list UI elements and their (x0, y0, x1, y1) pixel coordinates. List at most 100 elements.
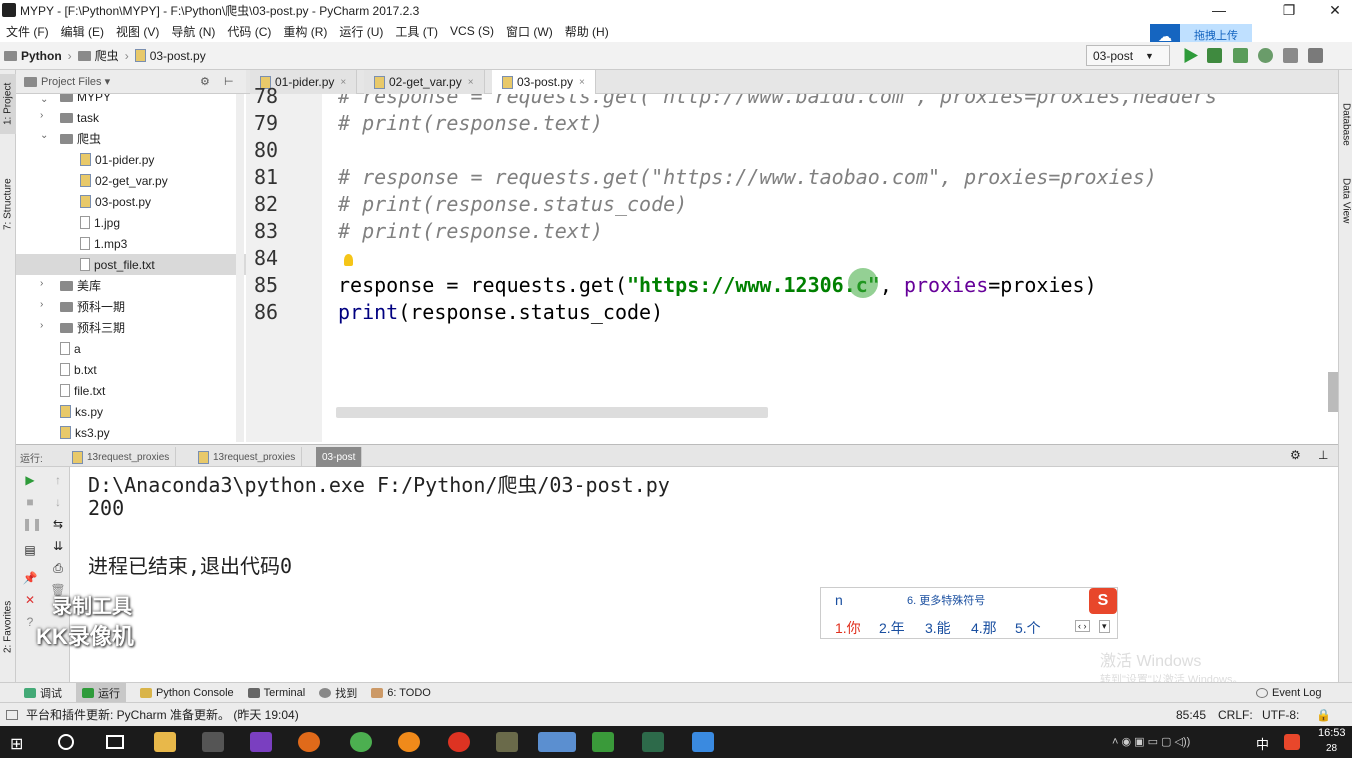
tree-item-yuke-1[interactable]: 预科一期 (60, 296, 125, 317)
menu-vcs[interactable]: VCS (S) (444, 24, 500, 38)
input-language[interactable]: 中 (1256, 734, 1269, 753)
tree-item-meiku[interactable]: 美库 (60, 275, 101, 296)
menu-window[interactable]: 窗口 (W) (500, 23, 559, 40)
ime-candidate[interactable]: 3.能 (925, 618, 951, 638)
tab-python-console[interactable]: Python Console (140, 687, 234, 699)
app-icon[interactable] (202, 732, 224, 752)
firefox-icon[interactable] (298, 732, 320, 752)
pycharm-icon[interactable] (642, 732, 664, 752)
tab-02-get-var[interactable]: 02-get_var.py × (364, 70, 485, 94)
tree-item-yuke-3[interactable]: 预科三期 (60, 317, 125, 338)
run-tab-proxies-2[interactable]: 13request_proxies (192, 447, 303, 467)
file-encoding[interactable]: UTF-8: (1262, 708, 1299, 722)
tab-todo[interactable]: 6: TODO (371, 687, 431, 699)
menu-edit[interactable]: 编辑 (E) (55, 23, 110, 40)
close-tab-icon[interactable]: × (340, 77, 346, 88)
database-tool-tab[interactable]: Database (1339, 94, 1352, 154)
tree-item-ks3-py[interactable]: ks3.py (60, 422, 110, 442)
toggle-tool-windows-icon[interactable] (6, 709, 18, 720)
gear-icon[interactable]: ⚙ (200, 75, 210, 88)
recorder-icon[interactable] (538, 732, 576, 752)
file-explorer-icon[interactable] (154, 732, 176, 752)
menu-help[interactable]: 帮助 (H) (559, 23, 615, 40)
chevron-right-icon[interactable]: › (40, 278, 43, 289)
menu-view[interactable]: 视图 (V) (110, 23, 165, 40)
clock-time[interactable]: 16:53 (1318, 727, 1346, 739)
phpstorm-icon[interactable] (250, 732, 272, 752)
tree-item-file-txt[interactable]: file.txt (60, 380, 105, 401)
close-tab-icon[interactable]: × (579, 77, 585, 88)
chevron-down-icon[interactable]: ⌄ (40, 94, 48, 105)
hide-panel-icon[interactable]: ⊥ (1318, 448, 1328, 462)
browser-icon[interactable] (398, 732, 420, 752)
run-tab-proxies-1[interactable]: 13request_proxies (66, 447, 177, 467)
lock-icon[interactable]: 🔒 (1316, 708, 1331, 722)
tree-item-ks-py[interactable]: ks.py (60, 401, 103, 422)
tree-item-03-post[interactable]: 03-post.py (80, 191, 151, 212)
tree-item-a[interactable]: a (60, 338, 81, 359)
chevron-right-icon[interactable]: › (40, 320, 43, 331)
ime-expand-icon[interactable]: ▾ (1099, 620, 1110, 633)
opera-icon[interactable] (448, 732, 470, 752)
run-tab-03-post[interactable]: 03-post (316, 447, 363, 467)
wrap-icon[interactable]: ⇆ (50, 517, 66, 531)
sogou-tray-icon[interactable] (1284, 734, 1300, 750)
menu-code[interactable]: 代码 (C) (221, 23, 277, 40)
search-icon[interactable] (58, 734, 74, 750)
ime-candidate[interactable]: 4.那 (971, 618, 997, 638)
print-icon[interactable]: ⎙ (50, 561, 66, 575)
ime-page-next-icon[interactable]: ‹ › (1075, 620, 1090, 632)
favorites-tool-tab[interactable]: 2: Favorites (0, 590, 16, 664)
menu-tools[interactable]: 工具 (T) (389, 23, 444, 40)
app-icon[interactable] (592, 732, 614, 752)
lightbulb-icon[interactable] (344, 254, 353, 266)
build-icon[interactable] (1283, 48, 1298, 63)
tree-item-mypy[interactable]: MYPY (60, 94, 111, 107)
chevron-right-icon[interactable]: › (40, 110, 43, 121)
coverage-icon[interactable] (1233, 48, 1248, 63)
close-button[interactable]: ✕ (1312, 0, 1352, 20)
tab-debug[interactable]: 调试 (24, 685, 62, 701)
settings-icon[interactable] (1308, 48, 1323, 63)
ime-candidate[interactable]: 1.你 (835, 618, 861, 638)
ime-candidate[interactable]: 2.年 (879, 618, 905, 638)
project-tool-tab[interactable]: 1: Project (0, 74, 16, 134)
breadcrumb-spider[interactable]: 爬虫 (95, 47, 119, 64)
close-tab-icon[interactable]: × (468, 77, 474, 88)
pause-icon[interactable]: ❚❚ (22, 517, 42, 531)
tree-item-task[interactable]: task (60, 107, 99, 128)
tree-item-1-jpg[interactable]: 1.jpg (80, 212, 120, 233)
profile-icon[interactable] (1258, 48, 1273, 63)
tree-item-1-mp3[interactable]: 1.mp3 (80, 233, 127, 254)
data-view-tool-tab[interactable]: Data View (1339, 166, 1352, 236)
tree-item-02-get-var[interactable]: 02-get_var.py (80, 170, 168, 191)
editor-horizontal-scrollbar[interactable] (336, 407, 768, 418)
app-icon[interactable] (496, 732, 518, 752)
project-view-select[interactable]: Project Files ▾ (41, 75, 110, 88)
cloud-icon[interactable] (692, 732, 714, 752)
caret-position[interactable]: 85:45 (1176, 708, 1206, 722)
rerun-icon[interactable]: ▶ (22, 473, 38, 487)
gear-icon[interactable]: ⚙ (1290, 448, 1301, 462)
chevron-down-icon[interactable]: ⌄ (40, 130, 48, 141)
menu-run[interactable]: 运行 (U) (333, 23, 389, 40)
breadcrumb-file[interactable]: 03-post.py (150, 49, 206, 63)
tab-run[interactable]: 运行 (76, 682, 126, 703)
tree-scrollbar[interactable] (236, 94, 244, 442)
ime-candidate[interactable]: 5.个 (1015, 618, 1041, 638)
tree-item-post-file[interactable]: post_file.txt (16, 254, 246, 275)
tree-item-01-pider[interactable]: 01-pider.py (80, 149, 154, 170)
run-configuration-select[interactable]: 03-post ▼ (1086, 45, 1170, 66)
line-separator[interactable]: CRLF: (1218, 708, 1253, 722)
status-message[interactable]: 平台和插件更新: PyCharm 准备更新。 (昨天 19:04) (26, 706, 299, 723)
structure-tool-tab[interactable]: 7: Structure (0, 164, 16, 244)
minimize-button[interactable]: — (1196, 0, 1242, 20)
breadcrumb-python[interactable]: Python (21, 49, 62, 63)
stop-icon[interactable]: ■ (22, 495, 38, 509)
scroll-end-icon[interactable]: ⇊ (50, 539, 66, 553)
up-icon[interactable]: ↑ (50, 473, 66, 487)
tree-item-spider[interactable]: 爬虫 (60, 128, 101, 149)
task-view-icon[interactable] (106, 735, 124, 749)
tray-icons[interactable]: ˄ ◉ ▣ ▭ ▢ ◁)) (1112, 735, 1190, 748)
code-editor[interactable]: # response = requests.get("http://www.ba… (322, 94, 1338, 442)
